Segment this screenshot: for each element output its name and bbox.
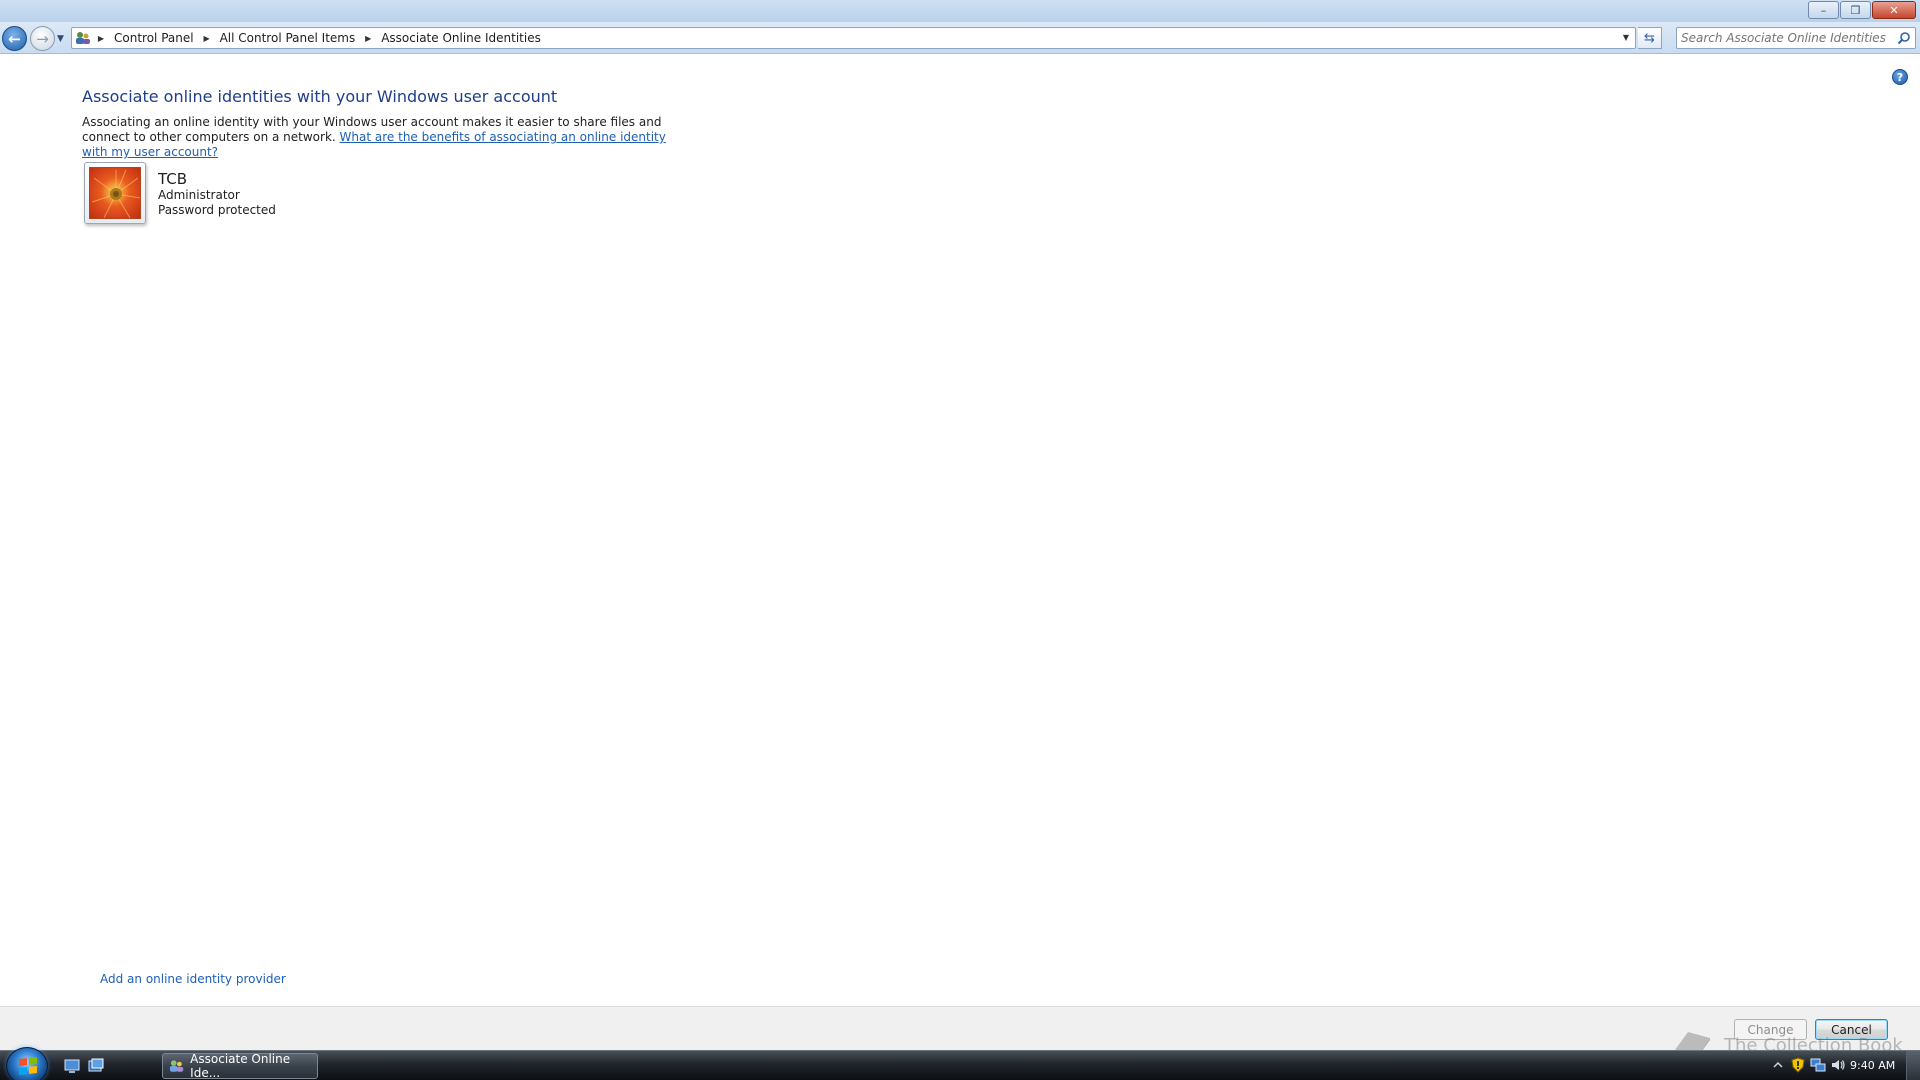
network-icon[interactable] <box>1810 1057 1826 1073</box>
help-icon[interactable]: ? <box>1892 69 1908 85</box>
account-details: TCB Administrator Password protected <box>158 170 276 224</box>
page-description: Associating an online identity with your… <box>82 115 682 160</box>
control-panel-icon <box>72 28 94 48</box>
taskbar: Associate Online Ide... 9:40 AM <box>0 1047 1920 1080</box>
address-dropdown-icon[interactable]: ▼ <box>1619 31 1633 45</box>
arrow-right-icon: → <box>36 29 49 48</box>
breadcrumb-current[interactable]: Associate Online Identities <box>375 31 547 45</box>
taskbar-window-label: Associate Online Ide... <box>190 1052 291 1080</box>
search-box <box>1676 27 1916 49</box>
chevron-right-icon[interactable]: ▶ <box>361 34 375 43</box>
account-role: Administrator <box>158 188 240 202</box>
taskbar-window-button[interactable]: Associate Online Ide... <box>162 1052 318 1080</box>
chevron-right-icon[interactable]: ▶ <box>200 34 214 43</box>
navigation-bar: ← → ▼ ▶ Control Panel ▶ All Control Pane… <box>0 22 1920 54</box>
flower-picture-icon <box>89 167 141 219</box>
address-bar[interactable]: ▶ Control Panel ▶ All Control Panel Item… <box>71 27 1636 49</box>
add-provider-link[interactable]: Add an online identity provider <box>100 972 286 986</box>
show-desktop-button[interactable] <box>1906 1051 1920 1080</box>
breadcrumb-all-items[interactable]: All Control Panel Items <box>214 31 362 45</box>
minimize-button[interactable]: – <box>1808 1 1839 19</box>
recent-pages-dropdown[interactable]: ▼ <box>57 34 67 44</box>
refresh-icon: ⇆ <box>1644 30 1655 46</box>
system-clock[interactable]: 9:40 AM <box>1850 1059 1895 1072</box>
account-name: TCB <box>158 170 188 188</box>
forward-button[interactable]: → <box>30 26 55 51</box>
back-button[interactable]: ← <box>2 26 27 51</box>
user-account-tile: TCB Administrator Password protected <box>84 162 276 224</box>
control-panel-icon <box>169 1060 184 1072</box>
windows-logo-icon <box>19 1057 37 1075</box>
page-title: Associate online identities with your Wi… <box>82 87 558 106</box>
dialog-footer: Change Cancel <box>0 1006 1920 1050</box>
account-status: Password protected <box>158 203 276 217</box>
show-desktop-icon[interactable] <box>64 1058 80 1074</box>
caption-buttons: – ❐ ✕ <box>1808 1 1916 19</box>
avatar <box>84 162 146 224</box>
restore-button[interactable]: ❐ <box>1840 1 1871 19</box>
volume-icon[interactable] <box>1830 1057 1846 1073</box>
window-title-bar: – ❐ ✕ <box>0 0 1920 22</box>
chevron-right-icon[interactable]: ▶ <box>94 34 108 43</box>
arrow-left-icon: ← <box>8 29 21 48</box>
refresh-button[interactable]: ⇆ <box>1638 27 1662 49</box>
switch-windows-icon[interactable] <box>88 1058 104 1074</box>
search-input[interactable] <box>1681 30 1887 46</box>
close-button[interactable]: ✕ <box>1872 1 1916 19</box>
search-icon[interactable] <box>1897 31 1911 45</box>
start-button[interactable] <box>6 1047 48 1080</box>
notification-area <box>1770 1057 1846 1073</box>
breadcrumb-control-panel[interactable]: Control Panel <box>108 31 200 45</box>
chevron-up-icon[interactable] <box>1770 1057 1786 1073</box>
shield-icon[interactable] <box>1790 1057 1806 1073</box>
